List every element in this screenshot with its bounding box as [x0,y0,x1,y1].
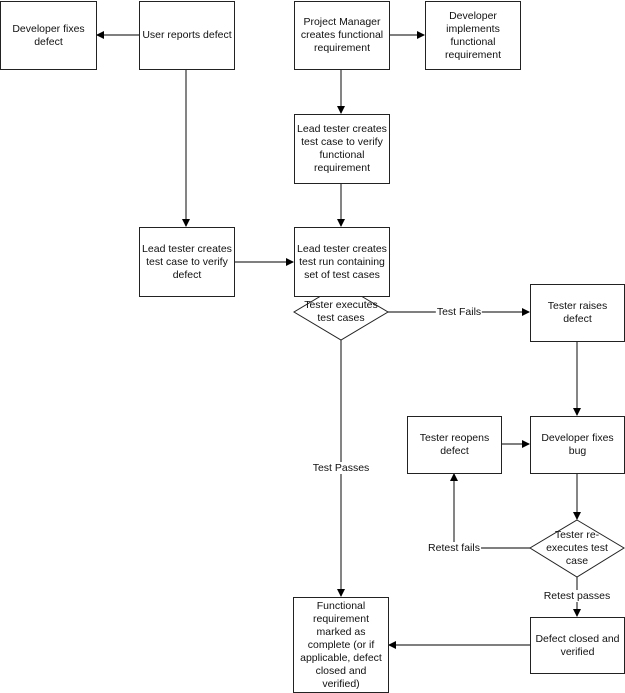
connectors [96,31,625,649]
node-lead-test-run: Lead tester creates test run containing … [294,227,390,297]
node-developer-fixes-defect: Developer fixes defect [0,1,97,70]
node-user-reports-defect: User reports defect [139,1,235,70]
node-developer-fixes-bug: Developer fixes bug [530,416,625,474]
edge-label-test-passes: Test Passes [311,462,371,474]
node-tester-raises-defect: Tester raises defect [530,284,625,342]
node-defect-closed: Defect closed and verified [530,617,625,674]
edge-label-test-fails: Test Fails [435,306,483,318]
node-tester-executes: Tester executes test cases [304,299,378,324]
edge-label-retest-fails: Retest fails [427,542,481,554]
node-tester-reopens-defect: Tester reopens defect [407,416,502,474]
node-lead-test-case-defect: Lead tester creates test case to verify … [139,227,235,297]
node-tester-reexecutes: Tester re-executes test case [546,528,608,567]
node-developer-implements-requirement: Developer implements functional requirem… [425,1,521,70]
node-requirement-complete: Functional requirement marked as complet… [293,597,389,693]
node-lead-test-case-requirement: Lead tester creates test case to verify … [294,114,390,184]
edge-label-retest-passes: Retest passes [542,590,612,602]
node-pm-creates-requirement: Project Manager creates functional requi… [294,1,390,70]
arrow-reexec-to-reopen [450,473,530,549]
